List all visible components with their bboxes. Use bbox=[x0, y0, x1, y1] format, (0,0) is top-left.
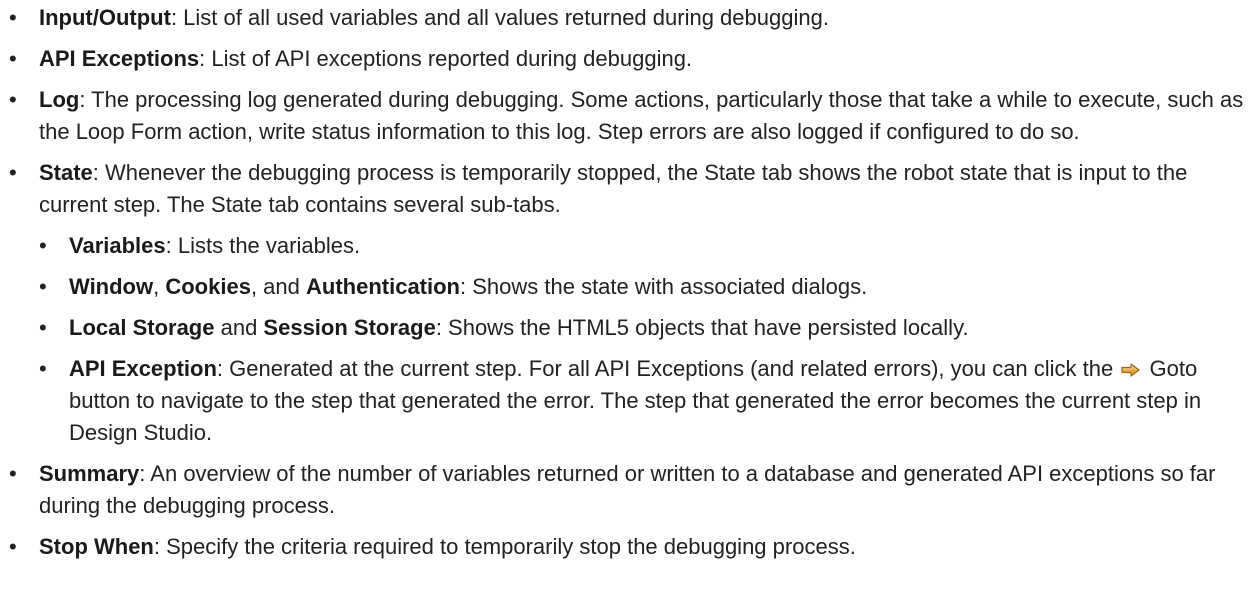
list-item-log: Log: The processing log generated during… bbox=[9, 84, 1254, 148]
sep-storage: and bbox=[214, 315, 264, 340]
term-local-storage: Local Storage bbox=[69, 315, 215, 340]
list-item-state: State: Whenever the debugging process is… bbox=[9, 157, 1254, 449]
term-api-exception: API Exception bbox=[69, 356, 217, 381]
desc-stop-when: : Specify the criteria required to tempo… bbox=[153, 534, 856, 559]
sep-cookies-authentication: , and bbox=[250, 274, 306, 299]
document-body: Input/Output: List of all used variables… bbox=[0, 0, 1254, 563]
list-item-api-exceptions: API Exceptions: List of API exceptions r… bbox=[9, 43, 1254, 75]
list-item-input-output: Input/Output: List of all used variables… bbox=[9, 2, 1254, 34]
desc-api-exceptions: : List of API exceptions reported during… bbox=[199, 46, 693, 71]
desc-summary: : An overview of the number of variables… bbox=[39, 461, 1216, 518]
list-item-summary: Summary: An overview of the number of va… bbox=[9, 458, 1254, 522]
term-variables: Variables bbox=[69, 233, 166, 258]
term-cookies: Cookies bbox=[165, 274, 251, 299]
term-api-exceptions: API Exceptions bbox=[39, 46, 200, 71]
term-authentication: Authentication bbox=[306, 274, 460, 299]
desc-state: : Whenever the debugging process is temp… bbox=[39, 160, 1188, 217]
term-stop-when: Stop When bbox=[39, 534, 154, 559]
term-summary: Summary bbox=[39, 461, 140, 486]
list-item-stop-when: Stop When: Specify the criteria required… bbox=[9, 531, 1254, 563]
desc-storage: : Shows the HTML5 objects that have pers… bbox=[435, 315, 969, 340]
term-window: Window bbox=[69, 274, 154, 299]
term-state: State bbox=[39, 160, 93, 185]
debug-tabs-list: Input/Output: List of all used variables… bbox=[9, 2, 1254, 563]
desc-window-cookies-authentication: : Shows the state with associated dialog… bbox=[460, 274, 868, 299]
desc-log: : The processing log generated during de… bbox=[39, 87, 1244, 144]
sub-item-storage: Local Storage and Session Storage: Shows… bbox=[39, 312, 1254, 344]
desc-api-exception-before: : Generated at the current step. For all… bbox=[216, 356, 1120, 381]
desc-variables: : Lists the variables. bbox=[165, 233, 361, 258]
term-log: Log bbox=[39, 87, 80, 112]
state-subtabs-list: Variables: Lists the variables. Window, … bbox=[39, 230, 1254, 449]
sub-item-window-cookies-authentication: Window, Cookies, and Authentication: Sho… bbox=[39, 271, 1254, 303]
term-input-output: Input/Output bbox=[39, 5, 171, 30]
sub-item-api-exception: API Exception: Generated at the current … bbox=[39, 353, 1254, 449]
sep-window-cookies: , bbox=[153, 274, 166, 299]
sub-item-variables: Variables: Lists the variables. bbox=[39, 230, 1254, 262]
desc-input-output: : List of all used variables and all val… bbox=[170, 5, 829, 30]
term-session-storage: Session Storage bbox=[263, 315, 436, 340]
goto-icon bbox=[1120, 355, 1142, 377]
